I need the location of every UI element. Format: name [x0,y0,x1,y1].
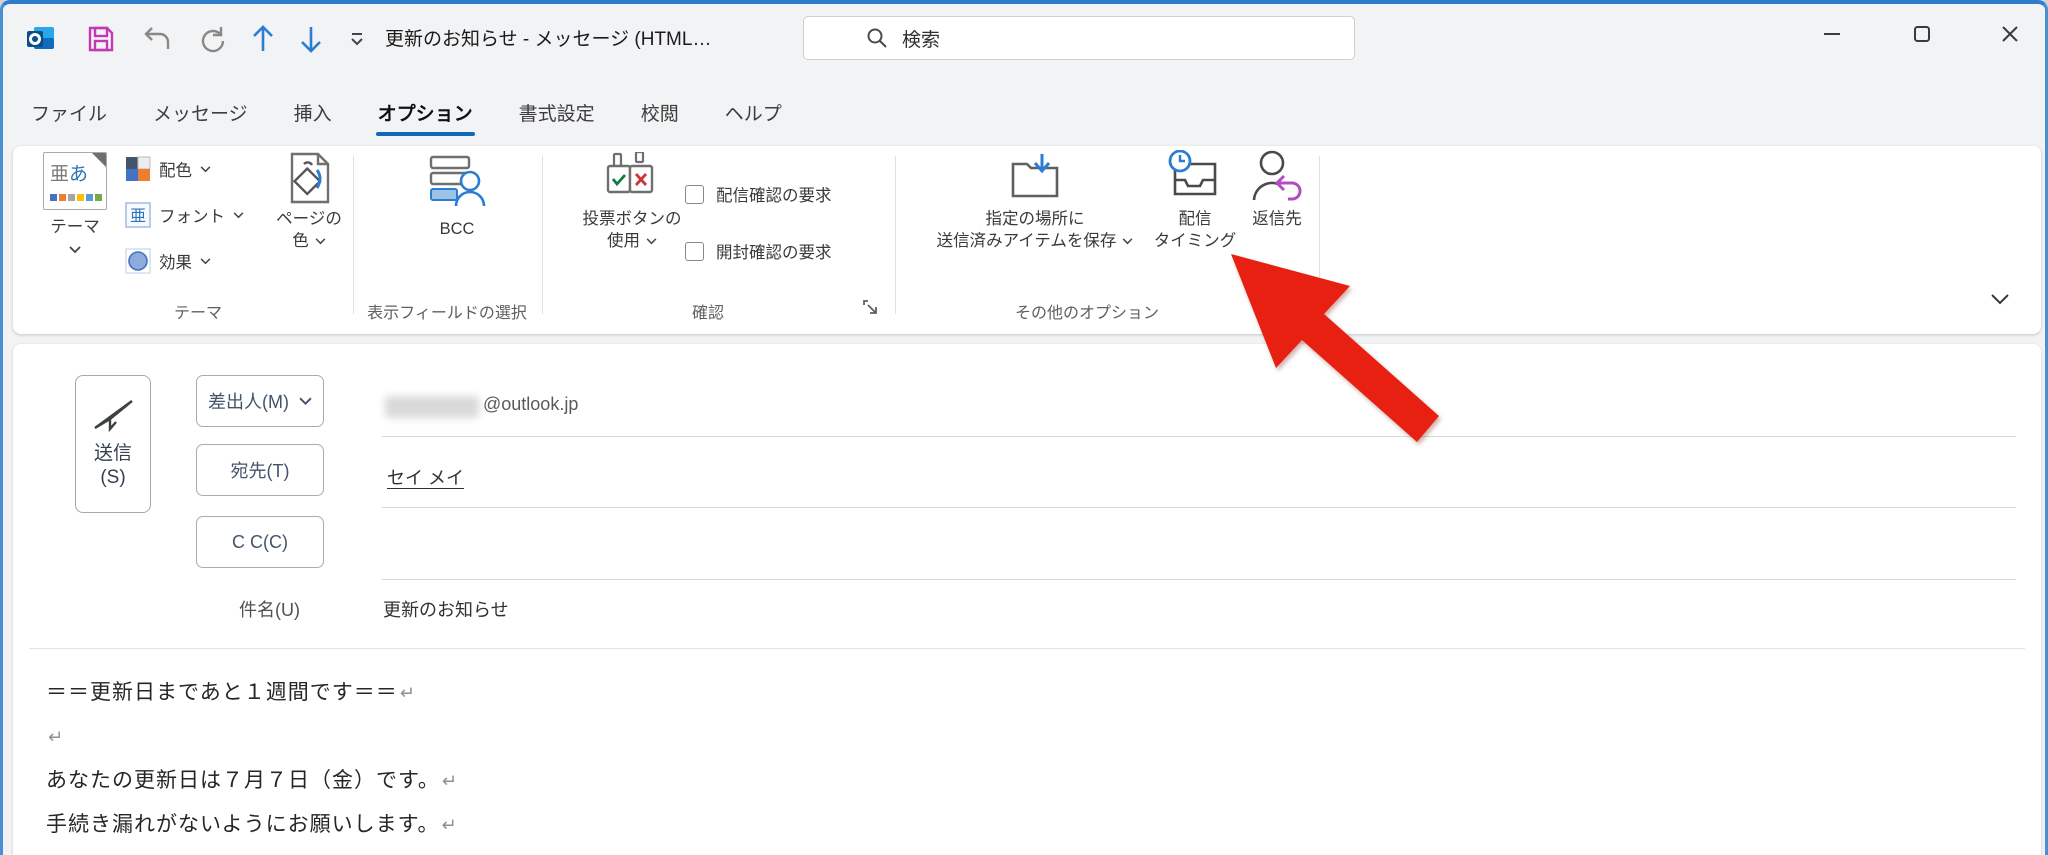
subject-input[interactable]: 更新のお知らせ [383,596,509,622]
maximize-button[interactable] [1893,12,1951,56]
to-button[interactable]: 宛先(T) [196,444,324,496]
voting-buttons-icon [606,152,658,204]
move-up-icon[interactable] [243,22,283,56]
title-bar: 更新のお知らせ - メッセージ (HTML… 検索 [3,4,2045,64]
group-label-more-options: その他のオプション [967,299,1207,323]
themes-button[interactable]: 亜あ テーマ [31,152,119,254]
cc-button[interactable]: C C(C) [196,516,324,568]
minimize-button[interactable] [1803,12,1861,56]
tracking-dialog-launcher[interactable] [861,298,880,317]
themes-icon: 亜あ [43,152,107,210]
tab-help[interactable]: ヘルプ [723,93,784,136]
delay-delivery-icon [1167,150,1223,202]
theme-colors-icon [125,156,151,182]
body-line: あなたの更新日は７月７日（金）です。↵ [46,766,2001,796]
outlook-app-icon [21,22,61,56]
search-icon [866,27,888,49]
save-icon[interactable] [81,22,121,56]
from-address: @outlook.jp [483,394,578,415]
direct-replies-to-button[interactable]: 返信先 [1239,150,1315,230]
message-body[interactable]: ＝＝更新日まであと１週間です＝＝↵ ↵ あなたの更新日は７月７日（金）です。↵ … [46,678,2001,854]
send-icon [90,398,136,432]
undo-icon[interactable] [137,22,177,56]
header-body-divider [29,648,2025,649]
theme-fonts-button[interactable]: 亜 フォント [125,198,244,232]
bcc-button[interactable]: BCC [401,154,513,240]
delivery-receipt-checkbox[interactable]: 配信確認の要求 [685,182,832,206]
ribbon: 亜あ テーマ 配色 亜 [13,146,2041,334]
page-color-button[interactable]: ページの 色 [265,152,353,252]
sender-name-redacted [385,396,479,418]
redo-icon[interactable] [193,22,233,56]
chevron-down-icon [299,397,312,406]
return-mark: ↵ [441,815,457,835]
chevron-down-icon [200,166,211,173]
move-down-icon[interactable] [291,22,331,56]
checkbox-icon [685,185,704,204]
tab-insert[interactable]: 挿入 [292,93,334,136]
window-title: 更新のお知らせ - メッセージ (HTML… [385,24,711,51]
chevron-down-icon [233,212,244,219]
group-separator [895,156,896,314]
group-label-show-fields: 表示フィールドの選択 [357,299,537,323]
theme-fonts-icon: 亜 [125,202,151,228]
collapse-ribbon-chevron-icon[interactable] [1989,292,2011,306]
compose-pane: 送信 (S) 差出人(M) @outlook.jp 宛先(T) セイ メイ C … [13,344,2041,855]
tab-message[interactable]: メッセージ [151,93,250,136]
voting-buttons-button[interactable]: 投票ボタンの 使用 [573,152,691,252]
search-input[interactable]: 検索 [803,16,1355,60]
outlook-message-window: 更新のお知らせ - メッセージ (HTML… 検索 ファイル メッセージ 挿入 … [0,0,2048,855]
body-line: ＝＝更新日まであと１週間です＝＝↵ [46,678,2001,708]
chevron-down-icon [315,238,326,245]
group-separator [353,156,354,314]
checkbox-icon [685,242,704,261]
to-recipient[interactable]: セイ メイ [387,464,464,490]
theme-effects-button[interactable]: 効果 [125,244,211,278]
body-line: ↵ [46,722,2001,752]
theme-effects-icon [125,248,151,274]
body-line: 手続き漏れがないようにお願いします。↵ [46,810,2001,840]
tab-review[interactable]: 校閲 [639,93,681,136]
direct-replies-to-icon [1250,150,1304,202]
return-mark: ↵ [442,771,458,791]
from-field-underline [382,436,2016,437]
svg-text:亜: 亜 [130,208,146,225]
save-sent-folder-icon [1009,150,1061,202]
tab-options[interactable]: オプション [376,93,475,136]
return-mark: ↵ [400,683,416,703]
group-label-themes: テーマ [73,299,323,323]
chevron-down-icon [200,258,211,265]
theme-colors-button[interactable]: 配色 [125,152,211,186]
bcc-icon [428,154,486,208]
group-separator [1319,156,1320,314]
chevron-down-icon [646,238,657,245]
read-receipt-checkbox[interactable]: 開封確認の要求 [685,239,832,263]
subject-label: 件名(U) [239,596,300,622]
cc-field-underline [382,579,2016,580]
delay-delivery-button[interactable]: 配信 タイミング [1153,150,1237,252]
page-color-icon [284,152,334,204]
chevron-down-icon [1122,238,1133,245]
chevron-down-icon [69,246,81,254]
return-mark: ↵ [48,727,64,747]
tab-file[interactable]: ファイル [29,93,109,136]
from-button[interactable]: 差出人(M) [196,375,324,427]
to-field-underline [382,507,2016,508]
search-placeholder: 検索 [902,25,940,52]
ribbon-tab-row: ファイル メッセージ 挿入 オプション 書式設定 校閲 ヘルプ [3,64,2045,146]
save-sent-item-button[interactable]: 指定の場所に 送信済みアイテムを保存 [911,150,1159,252]
customize-qat-chevron-icon[interactable] [337,22,377,56]
send-button[interactable]: 送信 (S) [75,375,151,513]
tab-format-text[interactable]: 書式設定 [517,93,597,136]
group-separator [542,156,543,314]
close-button[interactable] [1981,12,2039,56]
group-label-tracking: 確認 [608,299,808,323]
